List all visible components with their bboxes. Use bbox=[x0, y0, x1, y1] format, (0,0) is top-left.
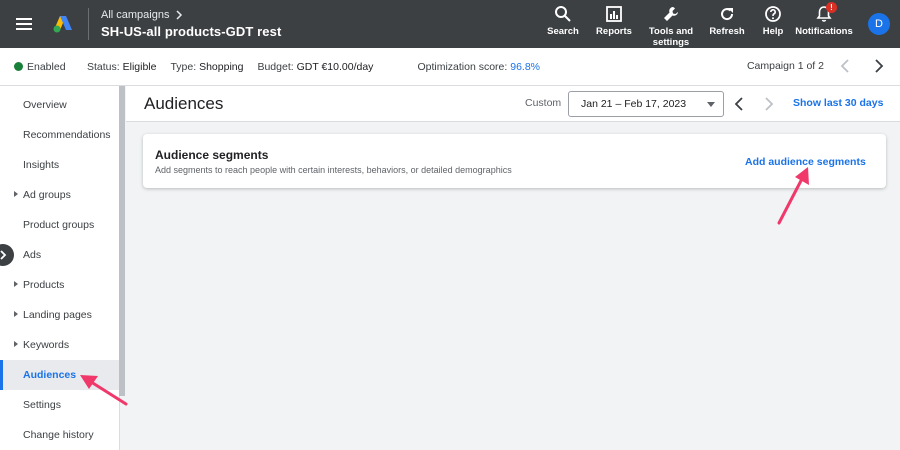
sidebar-item-label: Product groups bbox=[23, 219, 95, 231]
campaign-count: Campaign 1 of 2 bbox=[746, 60, 824, 72]
sidebar-item-recommendations[interactable]: Recommendations bbox=[0, 120, 119, 150]
tools-and-settings-button[interactable]: Tools and settings bbox=[640, 0, 702, 48]
sidebar-item-label: Ads bbox=[23, 249, 42, 261]
help-button[interactable]: Help bbox=[752, 0, 794, 37]
sidebar-item-label: Products bbox=[23, 279, 65, 291]
sidebar-item-label: Overview bbox=[23, 99, 67, 111]
help-icon bbox=[765, 6, 781, 22]
caret-right-icon bbox=[14, 311, 18, 317]
audience-segments-card: Audience segments Add segments to reach … bbox=[143, 134, 886, 188]
sidebar-item-overview[interactable]: Overview bbox=[0, 90, 119, 120]
sidebar: Overview Recommendations Insights Ad gro… bbox=[0, 86, 120, 450]
sidebar-item-settings[interactable]: Settings bbox=[0, 390, 119, 420]
add-audience-segments-button[interactable]: Add audience segments bbox=[745, 156, 866, 168]
notifications-label: Notifications bbox=[795, 26, 853, 37]
enabled-dot-icon bbox=[14, 62, 23, 71]
card-subtitle: Add segments to reach people with certai… bbox=[155, 165, 512, 175]
wrench-icon bbox=[664, 7, 678, 21]
breadcrumb: All campaigns SH-US-all products-GDT res… bbox=[101, 9, 281, 39]
previous-period-icon[interactable] bbox=[732, 95, 746, 113]
caret-right-icon bbox=[14, 191, 18, 197]
chevron-right-icon bbox=[0, 250, 7, 260]
optimization-score[interactable]: Optimization score: 96.8% bbox=[417, 61, 540, 73]
help-label: Help bbox=[762, 26, 784, 37]
search-icon bbox=[555, 6, 571, 22]
sidebar-item-label: Ad groups bbox=[23, 189, 71, 201]
breadcrumb-parent-link[interactable]: All campaigns bbox=[101, 9, 281, 21]
sidebar-item-label: Landing pages bbox=[23, 309, 92, 321]
notifications-button[interactable]: ! Notifications bbox=[794, 0, 854, 37]
sidebar-item-insights[interactable]: Insights bbox=[0, 150, 119, 180]
sidebar-item-label: Settings bbox=[23, 399, 61, 411]
dropdown-arrow-icon bbox=[707, 102, 715, 107]
menu-icon[interactable] bbox=[0, 0, 48, 48]
sidebar-item-label: Insights bbox=[23, 159, 60, 171]
header-divider bbox=[88, 8, 89, 40]
sidebar-item-product-groups[interactable]: Product groups bbox=[0, 210, 119, 240]
campaign-budget[interactable]: Budget: GDT €10.00/day bbox=[257, 61, 373, 73]
search-label: Search bbox=[547, 26, 579, 37]
enabled-label: Enabled bbox=[27, 60, 66, 73]
campaign-status-bar: Enabled Status: Eligible Type: Shopping … bbox=[0, 48, 900, 86]
status-eligible: Status: Eligible bbox=[87, 61, 156, 73]
sidebar-item-change-history[interactable]: Change history bbox=[0, 420, 119, 450]
show-last-30-days-button[interactable]: Show last 30 days bbox=[793, 97, 883, 109]
page-title: Audiences bbox=[144, 94, 224, 113]
sidebar-item-ad-groups[interactable]: Ad groups bbox=[0, 180, 119, 210]
page-header: Audiences Custom Jan 21 – Feb 17, 2023 S… bbox=[126, 86, 900, 122]
sidebar-item-products[interactable]: Products bbox=[0, 270, 119, 300]
type-value: Shopping bbox=[199, 60, 244, 73]
notification-badge: ! bbox=[826, 2, 837, 13]
optimization-value: 96.8% bbox=[510, 60, 541, 73]
status-key: Status: bbox=[87, 60, 120, 73]
breadcrumb-parent-label: All campaigns bbox=[101, 9, 170, 21]
status-value: Eligible bbox=[122, 60, 157, 73]
chevron-right-icon bbox=[176, 10, 183, 20]
optimization-key: Optimization score: bbox=[417, 60, 508, 73]
header-tools: Search Reports Tools and settings Refres… bbox=[538, 0, 900, 48]
campaign-type: Type: Shopping bbox=[170, 61, 243, 73]
sidebar-item-label: Recommendations bbox=[23, 129, 111, 141]
tools-and-settings-label: Tools and settings bbox=[648, 26, 694, 48]
reports-label: Reports bbox=[596, 26, 632, 37]
campaign-title[interactable]: SH-US-all products-GDT rest bbox=[101, 24, 281, 39]
sidebar-item-label: Audiences bbox=[23, 369, 77, 381]
refresh-button[interactable]: Refresh bbox=[702, 0, 752, 37]
top-bar: All campaigns SH-US-all products-GDT res… bbox=[0, 0, 900, 48]
search-button[interactable]: Search bbox=[538, 0, 588, 37]
card-title: Audience segments bbox=[155, 148, 269, 162]
reports-button[interactable]: Reports bbox=[588, 0, 640, 37]
previous-campaign-icon[interactable] bbox=[838, 58, 852, 74]
caret-right-icon bbox=[14, 341, 18, 347]
sidebar-item-landing-pages[interactable]: Landing pages bbox=[0, 300, 119, 330]
date-range-label: Custom bbox=[525, 97, 562, 109]
date-range-select[interactable]: Jan 21 – Feb 17, 2023 bbox=[568, 91, 724, 117]
sidebar-item-keywords[interactable]: Keywords bbox=[0, 330, 119, 360]
caret-right-icon bbox=[14, 281, 18, 287]
google-ads-logo-icon[interactable] bbox=[48, 0, 78, 48]
refresh-label: Refresh bbox=[709, 26, 745, 37]
sidebar-item-ads[interactable]: Ads bbox=[0, 240, 119, 270]
sidebar-scrollbar[interactable] bbox=[119, 86, 125, 396]
refresh-icon bbox=[721, 8, 734, 21]
next-campaign-icon[interactable] bbox=[872, 58, 886, 74]
avatar[interactable]: D bbox=[868, 13, 890, 35]
sidebar-item-label: Keywords bbox=[23, 339, 70, 351]
budget-value: GDT €10.00/day bbox=[296, 60, 374, 73]
budget-key: Budget: bbox=[257, 60, 294, 73]
reports-icon bbox=[606, 6, 622, 22]
sidebar-item-audiences[interactable]: Audiences bbox=[0, 360, 119, 390]
type-key: Type: bbox=[170, 60, 197, 73]
enabled-status[interactable]: Enabled bbox=[14, 61, 87, 73]
sidebar-item-label: Change history bbox=[23, 429, 94, 441]
date-range-value: Jan 21 – Feb 17, 2023 bbox=[581, 98, 687, 110]
next-period-icon[interactable] bbox=[762, 95, 776, 113]
